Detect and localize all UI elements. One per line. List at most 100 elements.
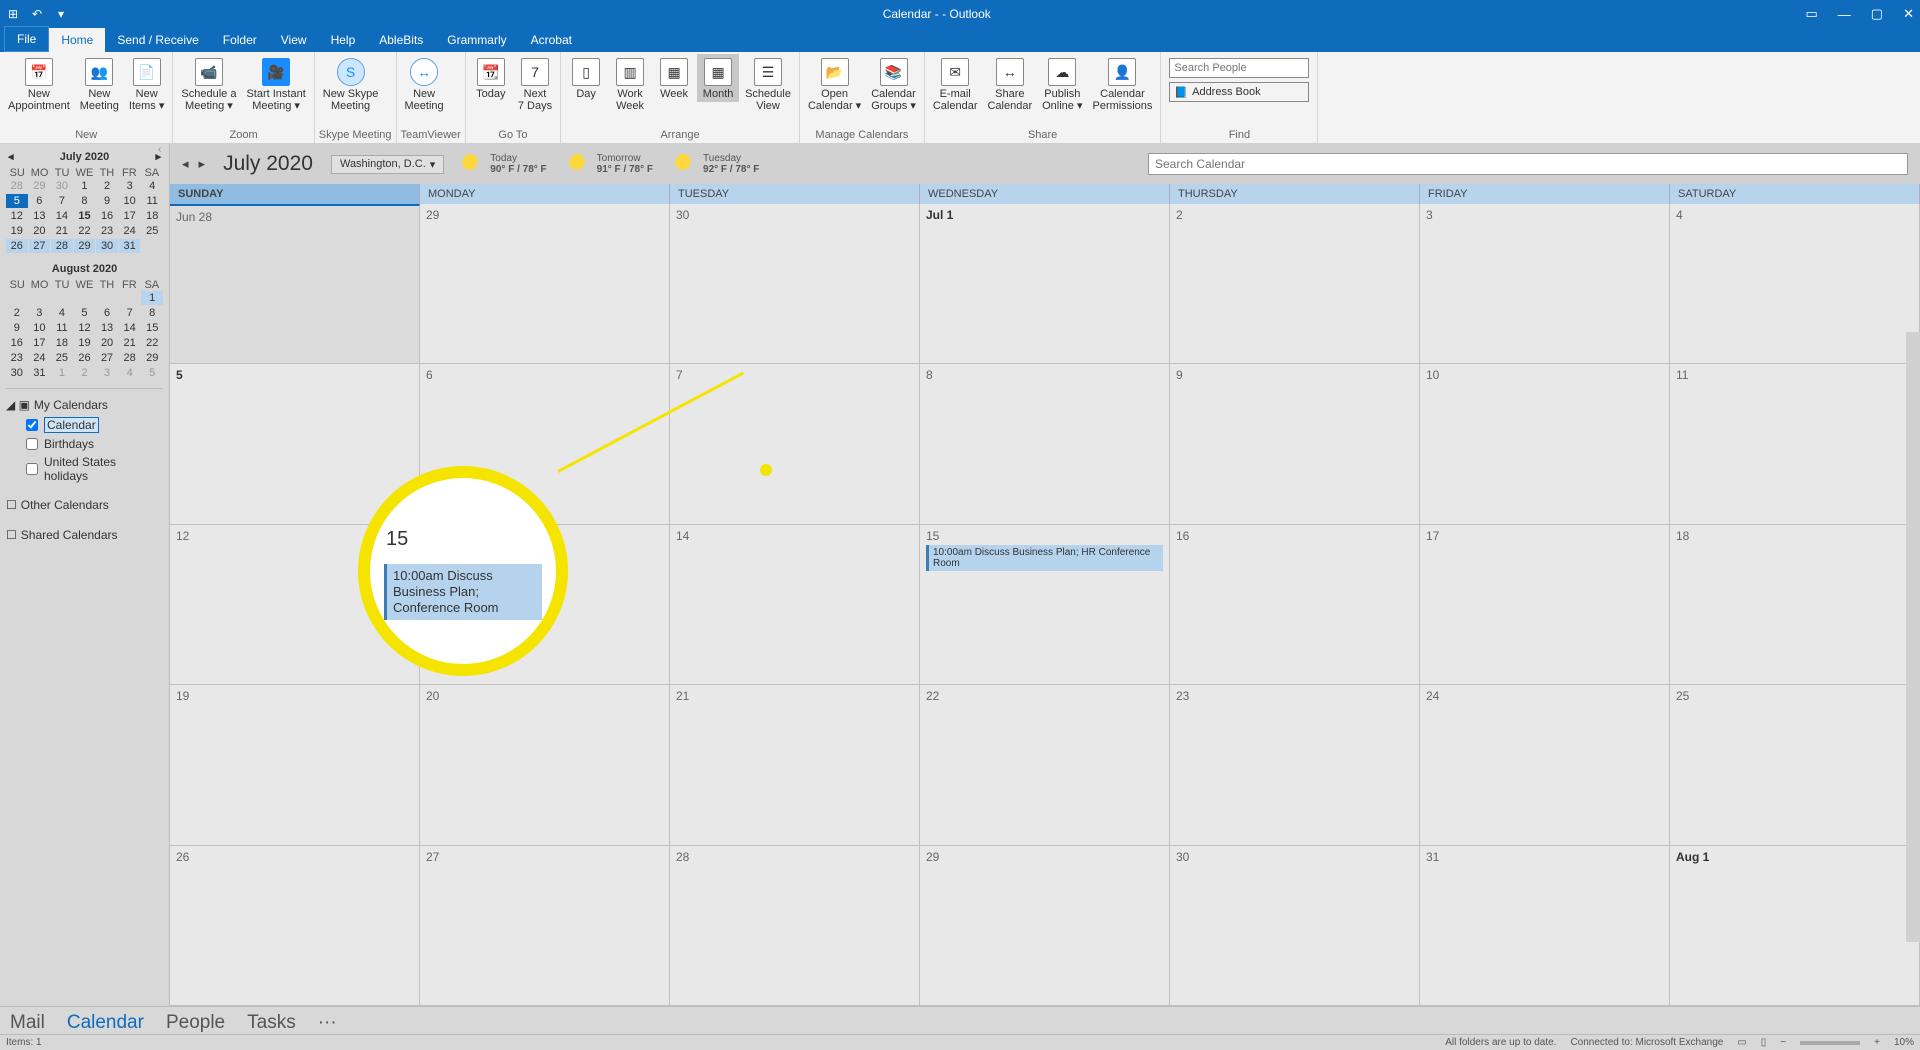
- calendar-cell[interactable]: 30: [1170, 846, 1420, 1006]
- mini-day[interactable]: 31: [29, 366, 51, 380]
- month-button[interactable]: ▦Month: [697, 54, 739, 102]
- mini-day[interactable]: 8: [141, 306, 163, 320]
- calendar-cell[interactable]: 24: [1420, 685, 1670, 845]
- calendar-cell[interactable]: 20: [420, 685, 670, 845]
- mini-day[interactable]: 20: [29, 224, 51, 238]
- calendar-cell[interactable]: 1510:00am Discuss Business Plan; HR Conf…: [920, 525, 1170, 685]
- mini-day[interactable]: 6: [29, 194, 51, 208]
- calendar-cell[interactable]: 5: [170, 364, 420, 524]
- prev-icon[interactable]: ◂: [182, 156, 189, 172]
- mini-day[interactable]: 9: [6, 321, 28, 335]
- view-normal-icon[interactable]: ▭: [1737, 1037, 1746, 1048]
- open-calendar-button[interactable]: 📂Open Calendar ▾: [804, 54, 865, 114]
- mini-day[interactable]: 3: [96, 366, 118, 380]
- mini-day[interactable]: 2: [74, 366, 96, 380]
- mini-day[interactable]: 15: [141, 321, 163, 335]
- calendar-cell[interactable]: 31: [1420, 846, 1670, 1006]
- workweek-button[interactable]: ▥Work Week: [609, 54, 651, 114]
- publish-online-button[interactable]: ☁Publish Online ▾: [1038, 54, 1086, 114]
- calendar-cell[interactable]: 11: [1670, 364, 1920, 524]
- today-button[interactable]: 📆Today: [470, 54, 512, 102]
- mini-day[interactable]: 4: [51, 306, 73, 320]
- nav-people[interactable]: People: [166, 1012, 225, 1034]
- next-icon[interactable]: ▸: [199, 156, 206, 172]
- tab-sendreceive[interactable]: Send / Receive: [105, 28, 210, 52]
- location-selector[interactable]: Washington, D.C.▾: [331, 155, 444, 174]
- mini-day[interactable]: 19: [74, 336, 96, 350]
- mini-day[interactable]: 1: [141, 291, 163, 305]
- mini-day[interactable]: 3: [119, 179, 141, 193]
- address-book-button[interactable]: 📘Address Book: [1169, 82, 1309, 102]
- mini-day[interactable]: 7: [51, 194, 73, 208]
- mini-day[interactable]: 30: [51, 179, 73, 193]
- mini-day[interactable]: 4: [119, 366, 141, 380]
- mini-day[interactable]: 28: [119, 351, 141, 365]
- mini-day[interactable]: 15: [74, 209, 96, 223]
- calendar-cell[interactable]: 2: [1170, 204, 1420, 364]
- calendar-cell[interactable]: 9: [1170, 364, 1420, 524]
- mini-day[interactable]: 10: [119, 194, 141, 208]
- calendar-cell[interactable]: 21: [670, 685, 920, 845]
- collapse-sidebar-icon[interactable]: ‹: [158, 144, 168, 155]
- mini-day[interactable]: 30: [6, 366, 28, 380]
- mini-day[interactable]: 5: [6, 194, 28, 208]
- mini-day[interactable]: 25: [141, 224, 163, 238]
- calendar-cell[interactable]: Aug 1: [1670, 846, 1920, 1006]
- calendar-cell[interactable]: Jul 1: [920, 204, 1170, 364]
- mini-day[interactable]: 16: [6, 336, 28, 350]
- my-calendars-header[interactable]: ◢ ▣ My Calendars: [6, 395, 163, 415]
- tab-file[interactable]: File: [4, 26, 49, 52]
- calendar-item-calendar[interactable]: Calendar: [6, 415, 163, 435]
- tab-ablebits[interactable]: AbleBits: [367, 28, 435, 52]
- mini-day[interactable]: 23: [96, 224, 118, 238]
- mini-day[interactable]: 2: [96, 179, 118, 193]
- calendar-cell[interactable]: 19: [170, 685, 420, 845]
- mini-day[interactable]: 1: [51, 366, 73, 380]
- mini-day[interactable]: 20: [96, 336, 118, 350]
- mini-day[interactable]: 12: [6, 209, 28, 223]
- mini-day[interactable]: 22: [141, 336, 163, 350]
- mini-day[interactable]: 25: [51, 351, 73, 365]
- calendar-cell[interactable]: 7: [670, 364, 920, 524]
- zoom-instant-button[interactable]: 🎥Start Instant Meeting ▾: [242, 54, 309, 114]
- mini-day[interactable]: 14: [51, 209, 73, 223]
- mini-day[interactable]: 5: [74, 306, 96, 320]
- zoom-out-icon[interactable]: −: [1780, 1037, 1786, 1048]
- mini-day[interactable]: 11: [51, 321, 73, 335]
- email-calendar-button[interactable]: ✉E-mail Calendar: [929, 54, 982, 114]
- mini-day[interactable]: 21: [51, 224, 73, 238]
- mini-day[interactable]: 17: [119, 209, 141, 223]
- checkbox-birthdays[interactable]: [26, 438, 38, 450]
- calendar-cell[interactable]: 16: [1170, 525, 1420, 685]
- tab-acrobat[interactable]: Acrobat: [519, 28, 584, 52]
- calendar-cell[interactable]: 26: [170, 846, 420, 1006]
- mini-day[interactable]: 26: [6, 239, 28, 253]
- qat-dropdown-icon[interactable]: ▾: [54, 7, 68, 21]
- calendar-cell[interactable]: 3: [1420, 204, 1670, 364]
- mini-day[interactable]: 28: [6, 179, 28, 193]
- calendar-groups-button[interactable]: 📚Calendar Groups ▾: [867, 54, 920, 114]
- ribbon-display-icon[interactable]: ▭: [1806, 6, 1818, 22]
- calendar-cell[interactable]: 29: [420, 204, 670, 364]
- share-calendar-button[interactable]: ↔Share Calendar: [983, 54, 1036, 114]
- teamviewer-button[interactable]: ↔New Meeting: [401, 54, 448, 114]
- calendar-cell[interactable]: 28: [670, 846, 920, 1006]
- mini-day[interactable]: 5: [141, 366, 163, 380]
- undo-icon[interactable]: ↶: [30, 7, 44, 21]
- mini-day[interactable]: 8: [74, 194, 96, 208]
- calendar-event[interactable]: 10:00am Discuss Business Plan; HR Confer…: [926, 545, 1163, 571]
- calendar-item-holidays[interactable]: United States holidays: [6, 453, 163, 485]
- search-people-input[interactable]: [1169, 58, 1309, 78]
- calendar-cell[interactable]: 14: [670, 525, 920, 685]
- mini-day[interactable]: 26: [74, 351, 96, 365]
- mini-day[interactable]: 13: [96, 321, 118, 335]
- mini-day[interactable]: 14: [119, 321, 141, 335]
- mini-day[interactable]: 30: [96, 239, 118, 253]
- search-calendar-input[interactable]: [1148, 153, 1908, 175]
- shared-calendars-header[interactable]: ☐ Shared Calendars: [6, 525, 163, 545]
- mini-day[interactable]: 24: [29, 351, 51, 365]
- tab-folder[interactable]: Folder: [211, 28, 269, 52]
- zoom-in-icon[interactable]: +: [1874, 1037, 1880, 1048]
- other-calendars-header[interactable]: ☐ Other Calendars: [6, 495, 163, 515]
- new-meeting-button[interactable]: 👥New Meeting: [76, 54, 123, 114]
